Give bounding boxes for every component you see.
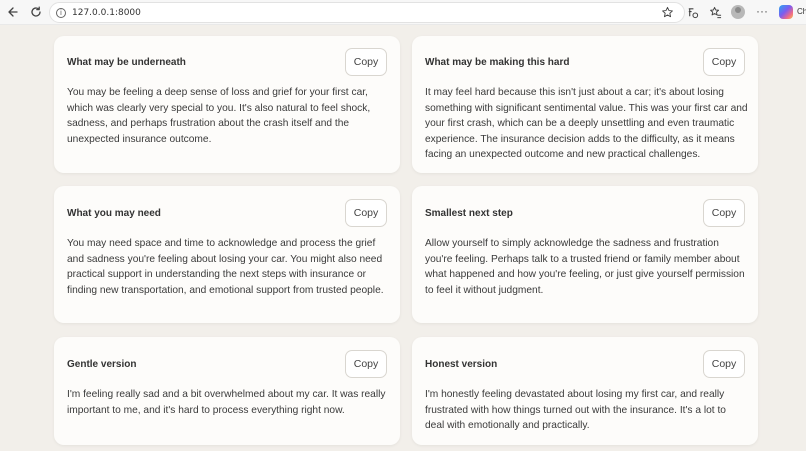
card-gentle-version: Gentle version Copy I'm feeling really s…: [54, 337, 400, 445]
card-title: What you may need: [67, 208, 161, 219]
card-title: Smallest next step: [425, 208, 513, 219]
copy-button[interactable]: Copy: [345, 350, 387, 378]
address-bar[interactable]: i 127.0.0.1:8000: [49, 2, 685, 23]
card-what-may-be-making-this-hard: What may be making this hard Copy It may…: [412, 36, 758, 173]
more-options-icon[interactable]: ···: [756, 4, 768, 18]
card-body: I'm feeling really sad and a bit overwhe…: [67, 389, 386, 416]
card-what-may-be-underneath: What may be underneath Copy You may be f…: [54, 36, 400, 173]
back-arrow-icon[interactable]: [6, 5, 20, 19]
copy-button[interactable]: Copy: [345, 48, 387, 76]
card-body: I'm honestly feeling devastated about lo…: [425, 389, 726, 431]
card-title: What may be underneath: [67, 57, 186, 68]
reload-icon[interactable]: [29, 5, 43, 19]
card-smallest-next-step: Smallest next step Copy Allow yourself t…: [412, 186, 758, 323]
favorites-icon[interactable]: [708, 5, 722, 19]
copy-button[interactable]: Copy: [703, 350, 745, 378]
card-body: Allow yourself to simply acknowledge the…: [425, 238, 745, 296]
card-body: It may feel hard because this isn't just…: [425, 87, 748, 160]
card-title: Honest version: [425, 359, 498, 370]
card-title: Gentle version: [67, 359, 137, 370]
card-body: You may need space and time to acknowled…: [67, 238, 384, 296]
card-body: You may be feeling a deep sense of loss …: [67, 87, 371, 145]
copy-button[interactable]: Copy: [345, 199, 387, 227]
site-info-icon[interactable]: i: [56, 7, 66, 18]
page-content: What may be underneath Copy You may be f…: [0, 25, 806, 451]
reading-mode-icon[interactable]: [685, 5, 699, 19]
browser-toolbar: i 127.0.0.1:8000 ··· Ch: [0, 0, 806, 25]
copy-button[interactable]: Copy: [703, 199, 745, 227]
card-title: What may be making this hard: [425, 57, 570, 68]
copy-button[interactable]: Copy: [703, 48, 745, 76]
card-honest-version: Honest version Copy I'm honestly feeling…: [412, 337, 758, 445]
copilot-icon[interactable]: [779, 5, 793, 19]
copilot-label: Ch: [797, 7, 806, 16]
profile-avatar[interactable]: [731, 5, 745, 19]
favorite-star-icon[interactable]: [661, 6, 674, 19]
address-url: 127.0.0.1:8000: [72, 7, 141, 18]
card-what-you-may-need: What you may need Copy You may need spac…: [54, 186, 400, 323]
